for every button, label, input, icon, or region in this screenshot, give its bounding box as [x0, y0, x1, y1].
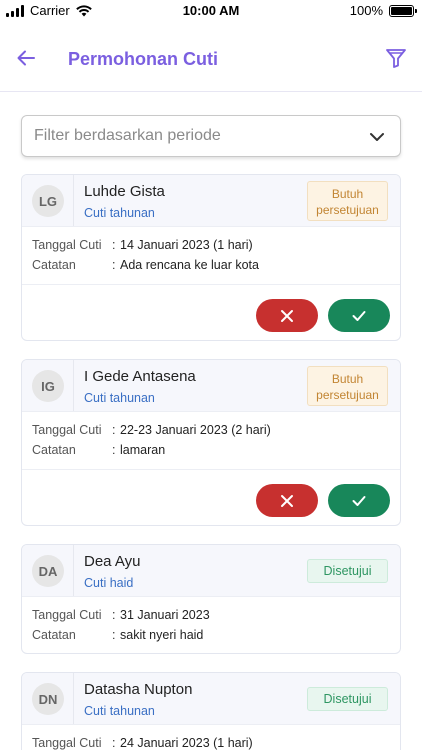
note-label: Catatan: [32, 443, 76, 457]
close-icon: [281, 309, 293, 322]
leave-type: Cuti tahunan: [84, 704, 155, 718]
card-details: Tanggal Cuti : 14 Januari 2023 (1 hari) …: [22, 227, 400, 281]
date-row: Tanggal Cuti : 22-23 Januari 2023 (2 har…: [32, 423, 271, 437]
status-badge: Disetujui: [307, 559, 388, 583]
card-actions: [22, 469, 400, 525]
close-icon: [281, 494, 293, 507]
status-badge: Butuh persetujuan: [307, 366, 388, 406]
leave-type: Cuti tahunan: [84, 206, 155, 220]
period-filter-select[interactable]: Filter berdasarkan periode: [21, 115, 401, 157]
check-icon: [352, 495, 366, 506]
date-value: 31 Januari 2023: [120, 608, 210, 622]
date-row: Tanggal Cuti : 31 Januari 2023: [32, 608, 210, 622]
date-value: 22-23 Januari 2023 (2 hari): [120, 423, 271, 437]
card-header: LG Luhde Gista Cuti tahunan Butuh perset…: [22, 175, 400, 227]
battery-percent: 100%: [349, 3, 383, 18]
note-row: Catatan : lamaran: [32, 443, 166, 457]
leave-request-card: IG I Gede Antasena Cuti tahunan Butuh pe…: [21, 359, 401, 526]
app-header: Permohonan Cuti: [0, 22, 422, 92]
status-bar: Carrier 10:00 AM 100%: [0, 0, 422, 22]
date-value: 24 Januari 2023 (1 hari): [120, 736, 253, 750]
period-filter-placeholder: Filter berdasarkan periode: [34, 127, 221, 144]
approve-button[interactable]: [328, 484, 390, 517]
leave-request-card: DA Dea Ayu Cuti haid Disetujui Tanggal C…: [21, 544, 401, 654]
approve-button[interactable]: [328, 299, 390, 332]
leave-type: Cuti haid: [84, 576, 134, 590]
status-bar-right: 100%: [349, 3, 417, 18]
reject-button[interactable]: [256, 299, 318, 332]
avatar: DN: [32, 683, 64, 715]
employee-name: Dea Ayu: [84, 553, 141, 570]
card-header: DA Dea Ayu Cuti haid Disetujui: [22, 545, 400, 597]
employee-name: I Gede Antasena: [84, 368, 196, 385]
card-details: Tanggal Cuti : 31 Januari 2023 Catatan :…: [22, 597, 400, 651]
check-icon: [352, 310, 366, 321]
date-label: Tanggal Cuti: [32, 608, 102, 622]
note-label: Catatan: [32, 258, 76, 272]
date-row: Tanggal Cuti : 24 Januari 2023 (1 hari): [32, 736, 253, 750]
arrow-left-icon: [17, 50, 35, 66]
card-details: Tanggal Cuti : 22-23 Januari 2023 (2 har…: [22, 412, 400, 466]
reject-button[interactable]: [256, 484, 318, 517]
leave-request-card: LG Luhde Gista Cuti tahunan Butuh perset…: [21, 174, 401, 341]
avatar: IG: [32, 370, 64, 402]
card-header: DN Datasha Nupton Cuti tahunan Disetujui: [22, 673, 400, 725]
note-row: Catatan : Ada rencana ke luar kota: [32, 258, 259, 272]
note-row: Catatan : sakit nyeri haid: [32, 628, 204, 642]
date-label: Tanggal Cuti: [32, 736, 102, 750]
avatar: LG: [32, 185, 64, 217]
card-actions: [22, 284, 400, 340]
date-label: Tanggal Cuti: [32, 423, 102, 437]
page-title: Permohonan Cuti: [68, 49, 219, 69]
filter-button[interactable]: [384, 46, 408, 70]
date-label: Tanggal Cuti: [32, 238, 102, 252]
card-header: IG I Gede Antasena Cuti tahunan Butuh pe…: [22, 360, 400, 412]
leave-type: Cuti tahunan: [84, 391, 155, 405]
note-value: lamaran: [120, 443, 166, 457]
employee-name: Luhde Gista: [84, 183, 165, 200]
back-button[interactable]: [14, 46, 38, 70]
funnel-icon: [386, 49, 406, 68]
date-value: 14 Januari 2023 (1 hari): [120, 238, 253, 252]
leave-request-card: DN Datasha Nupton Cuti tahunan Disetujui…: [21, 672, 401, 750]
status-badge: Butuh persetujuan: [307, 181, 388, 221]
battery-icon: [389, 4, 417, 17]
date-row: Tanggal Cuti : 14 Januari 2023 (1 hari): [32, 238, 253, 252]
note-value: Ada rencana ke luar kota: [120, 258, 259, 272]
note-value: sakit nyeri haid: [120, 628, 204, 642]
employee-name: Datasha Nupton: [84, 681, 193, 698]
note-label: Catatan: [32, 628, 76, 642]
card-details: Tanggal Cuti : 24 Januari 2023 (1 hari): [22, 725, 400, 750]
avatar: DA: [32, 555, 64, 587]
status-badge: Disetujui: [307, 687, 388, 711]
chevron-down-icon: [370, 133, 384, 141]
